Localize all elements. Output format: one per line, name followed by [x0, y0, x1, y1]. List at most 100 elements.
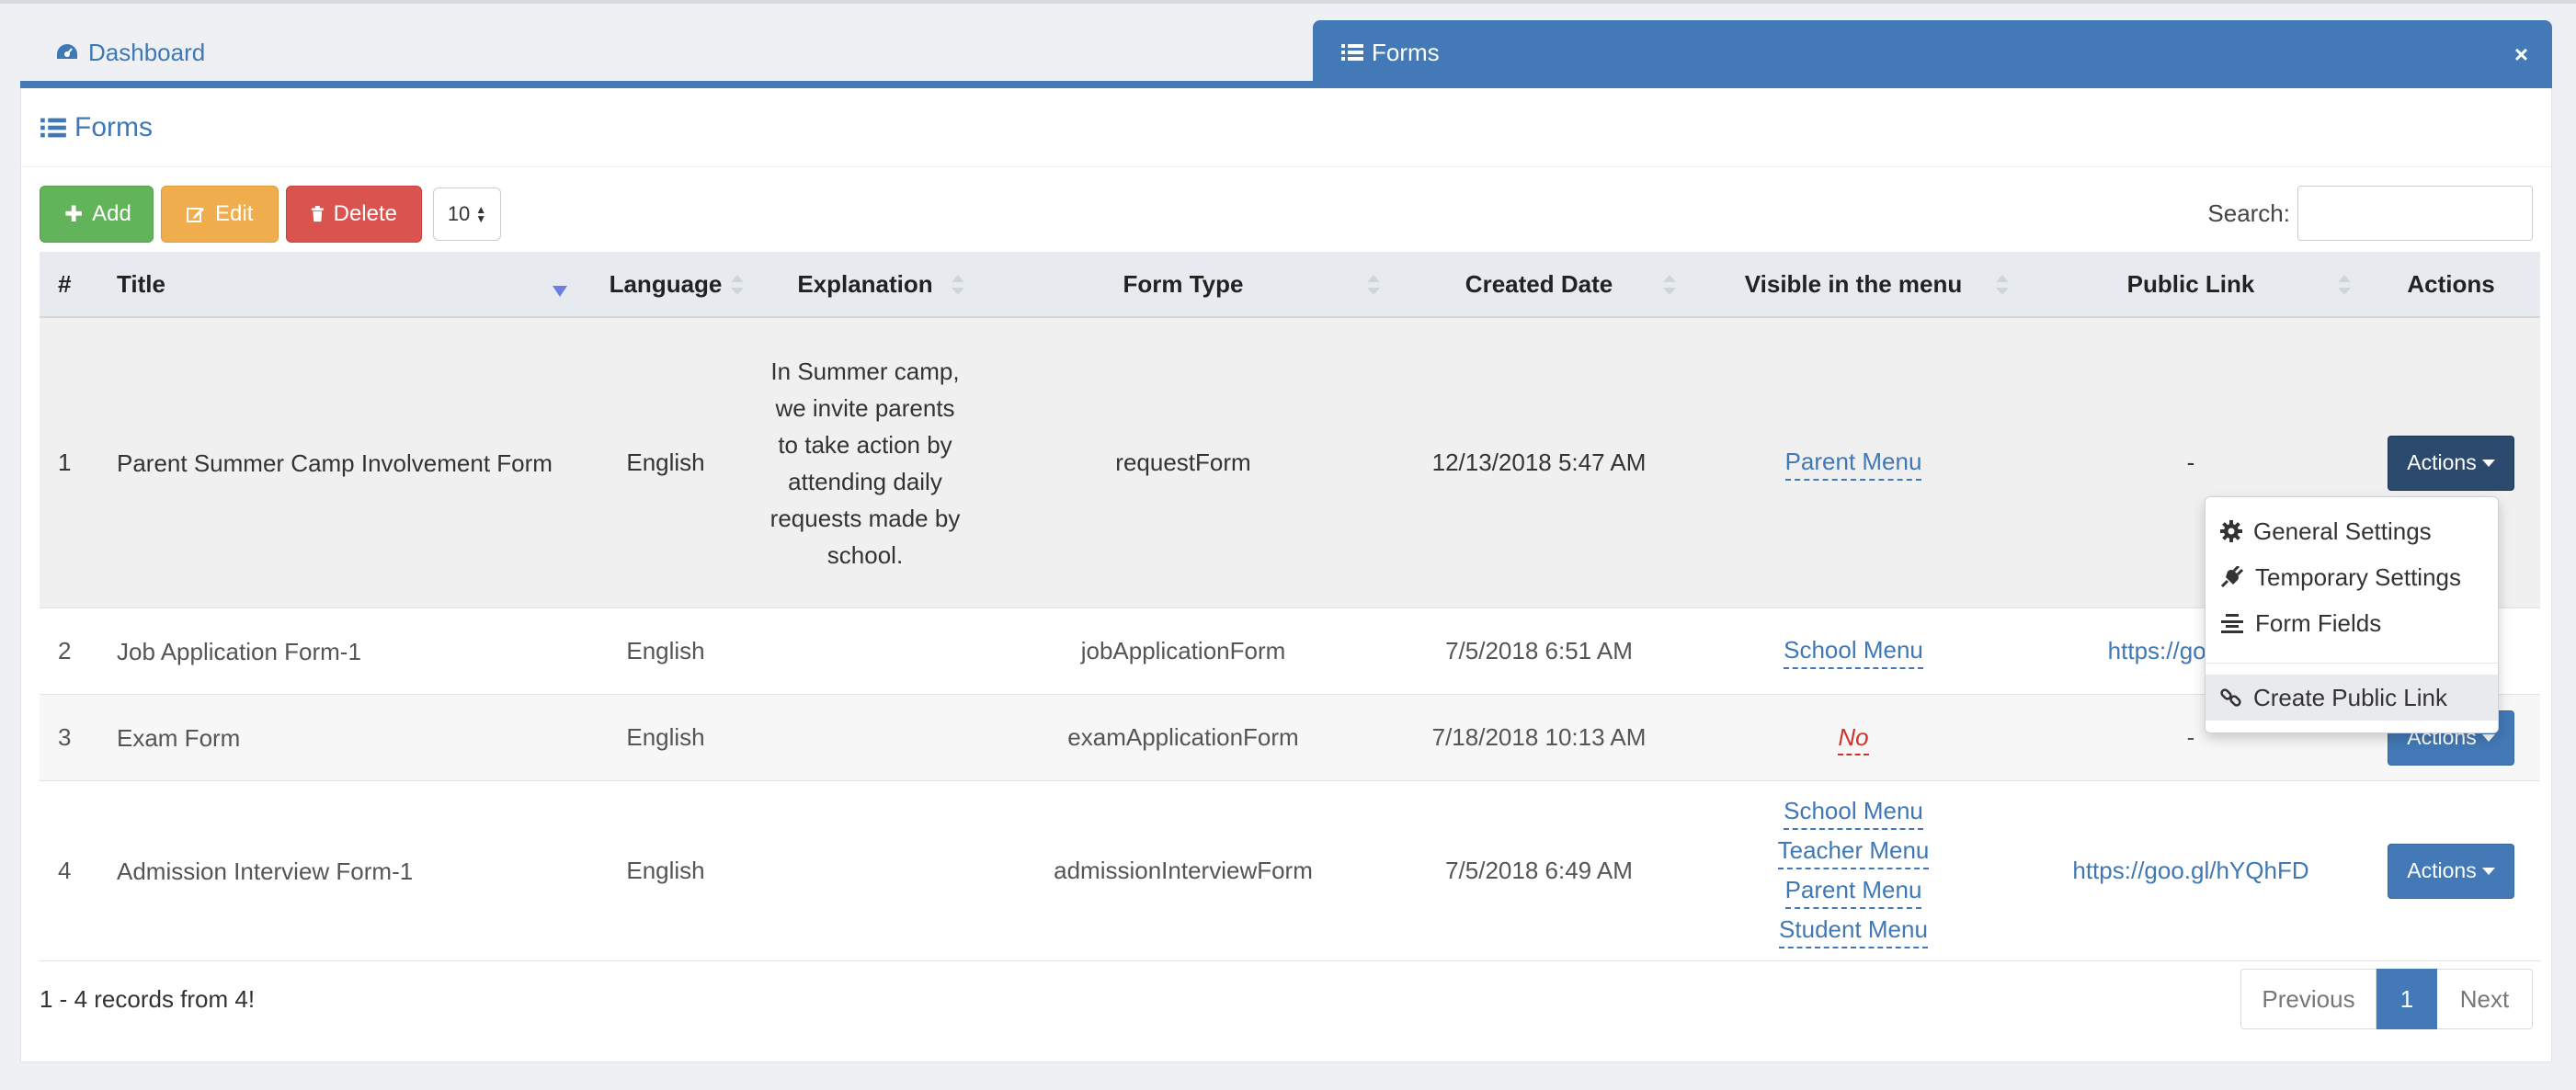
sort-icon	[1996, 275, 2009, 295]
row-created-date: 12/13/2018 5:47 AM	[1431, 448, 1647, 476]
row-explanation: In Summer camp, we invite parents to tak…	[769, 357, 961, 569]
row-form-type: examApplicationForm	[1067, 723, 1299, 751]
row-visible-menu: School Menu	[1687, 608, 2020, 694]
menu-tag-link[interactable]: School Menu	[1784, 794, 1923, 830]
col-language-label: Language	[609, 269, 723, 298]
menu-item-general-settings[interactable]: General Settings	[2206, 508, 2498, 554]
tab-forms-label: Forms	[1372, 38, 1440, 66]
gear-icon	[2220, 520, 2242, 542]
menu-item-label: Form Fields	[2255, 608, 2382, 637]
actions-button-label: Actions	[2407, 450, 2477, 474]
public-link[interactable]: https://goo.gl/hYQhFD	[2072, 857, 2308, 885]
row-actions: Actions	[2362, 781, 2540, 960]
row-language: English	[626, 637, 705, 664]
col-public-link[interactable]: Public Link	[2020, 251, 2362, 317]
menu-item-create-public-link[interactable]: Create Public Link	[2206, 675, 2498, 721]
row-language: English	[626, 857, 705, 884]
col-form-type-label: Form Type	[1123, 269, 1244, 298]
pagination: Previous 1 Next	[2240, 969, 2533, 1029]
row-num: 3	[58, 723, 72, 751]
close-icon[interactable]: ×	[2514, 40, 2528, 69]
edit-button[interactable]: Edit	[161, 186, 279, 243]
row-title: Exam Form	[117, 723, 241, 752]
menu-tag-link[interactable]: School Menu	[1784, 633, 1923, 669]
tabbar-underline	[20, 81, 2552, 88]
align-center-icon	[2221, 614, 2243, 633]
menu-item-label: Create Public Link	[2253, 683, 2447, 711]
delete-button-label: Delete	[333, 201, 397, 226]
toolbar: ✚ Add Edit Delete 10 ▲ ▼	[40, 186, 501, 243]
tab-dashboard[interactable]: Dashboard	[20, 24, 1307, 81]
col-visible-menu[interactable]: Visible in the menu	[1687, 251, 2020, 317]
plug-icon	[2220, 566, 2244, 588]
col-language[interactable]: Language	[576, 251, 755, 317]
add-button-label: Add	[92, 201, 131, 226]
col-explanation-label: Explanation	[797, 270, 933, 298]
menu-item-temporary-settings[interactable]: Temporary Settings	[2206, 554, 2498, 600]
previous-page-button[interactable]: Previous	[2240, 969, 2377, 1029]
page-size-select[interactable]: 10 ▲ ▼	[433, 187, 501, 241]
sort-icon	[2338, 275, 2351, 295]
sort-icon	[952, 275, 964, 295]
updown-icon: ▲ ▼	[475, 203, 487, 225]
search-input[interactable]	[2297, 186, 2533, 241]
row-created-date: 7/5/2018 6:49 AM	[1445, 857, 1633, 884]
col-actions: Actions	[2407, 269, 2495, 298]
col-form-type[interactable]: Form Type	[975, 251, 1391, 317]
add-button[interactable]: ✚ Add	[40, 186, 154, 243]
actions-button[interactable]: Actions	[2388, 435, 2514, 491]
menu-tag-no[interactable]: No	[1838, 721, 1869, 755]
menu-tag-link[interactable]: Parent Menu	[1784, 445, 1922, 481]
delete-button[interactable]: Delete	[286, 186, 422, 243]
forms-panel: Forms ✚ Add Edit Delete 10 ▲ ▼ Search: #…	[20, 88, 2552, 1062]
table-row[interactable]: 2 Job Application Form-1 English jobAppl…	[40, 608, 2540, 695]
list-icon	[40, 118, 66, 137]
search-area: Search:	[2207, 186, 2533, 241]
table-row[interactable]: 3 Exam Form English examApplicationForm …	[40, 695, 2540, 781]
menu-divider	[2206, 663, 2498, 664]
col-explanation[interactable]: Explanation	[755, 251, 975, 317]
col-title-label: Title	[117, 270, 165, 298]
row-num: 4	[58, 857, 72, 884]
table-row[interactable]: 1 Parent Summer Camp Involvement Form En…	[40, 318, 2540, 608]
caret-down-icon	[2481, 733, 2495, 742]
col-created-date[interactable]: Created Date	[1391, 251, 1687, 317]
dashboard-icon	[57, 44, 77, 59]
row-created-date: 7/18/2018 10:13 AM	[1431, 723, 1647, 751]
page-1-button[interactable]: 1	[2377, 969, 2437, 1029]
menu-tag-link[interactable]: Student Menu	[1779, 913, 1928, 948]
col-title[interactable]: Title	[108, 251, 576, 317]
caret-down-icon	[2481, 459, 2495, 467]
menu-item-label: General Settings	[2253, 517, 2432, 545]
trash-icon	[311, 206, 324, 222]
col-created-label: Created Date	[1465, 269, 1613, 298]
actions-dropdown-menu: General Settings Temporary Settings Form…	[2205, 496, 2499, 733]
actions-button-label: Actions	[2407, 858, 2477, 882]
panel-header: Forms	[21, 88, 2551, 167]
tab-forms[interactable]: Forms ×	[1313, 20, 2552, 85]
row-explanation	[755, 695, 975, 780]
row-form-type: jobApplicationForm	[1080, 637, 1286, 664]
actions-button[interactable]: Actions	[2388, 843, 2514, 899]
list-icon	[1341, 44, 1363, 61]
row-num: 2	[58, 637, 72, 664]
row-visible-menu: School Menu Teacher Menu Parent Menu Stu…	[1687, 781, 2020, 960]
col-num: #	[58, 269, 72, 298]
row-explanation	[755, 608, 975, 694]
page-title: Forms	[74, 111, 153, 142]
row-created-date: 7/5/2018 6:51 AM	[1445, 637, 1633, 664]
menu-tag-link[interactable]: Teacher Menu	[1777, 834, 1930, 869]
top-border	[0, 0, 2576, 4]
edit-button-label: Edit	[215, 201, 254, 226]
col-public-link-label: Public Link	[2126, 269, 2255, 298]
next-page-button[interactable]: Next	[2437, 969, 2533, 1029]
row-title: Job Application Form-1	[117, 637, 361, 665]
caret-down-icon	[2481, 867, 2495, 875]
link-icon	[2220, 688, 2241, 707]
row-visible-menu: Parent Menu	[1687, 318, 2020, 607]
menu-item-form-fields[interactable]: Form Fields	[2206, 600, 2498, 646]
table-row[interactable]: 4 Admission Interview Form-1 English adm…	[40, 781, 2540, 961]
menu-tag-link[interactable]: Parent Menu	[1784, 873, 1922, 909]
sort-desc-icon	[553, 275, 567, 297]
row-explanation	[755, 781, 975, 960]
